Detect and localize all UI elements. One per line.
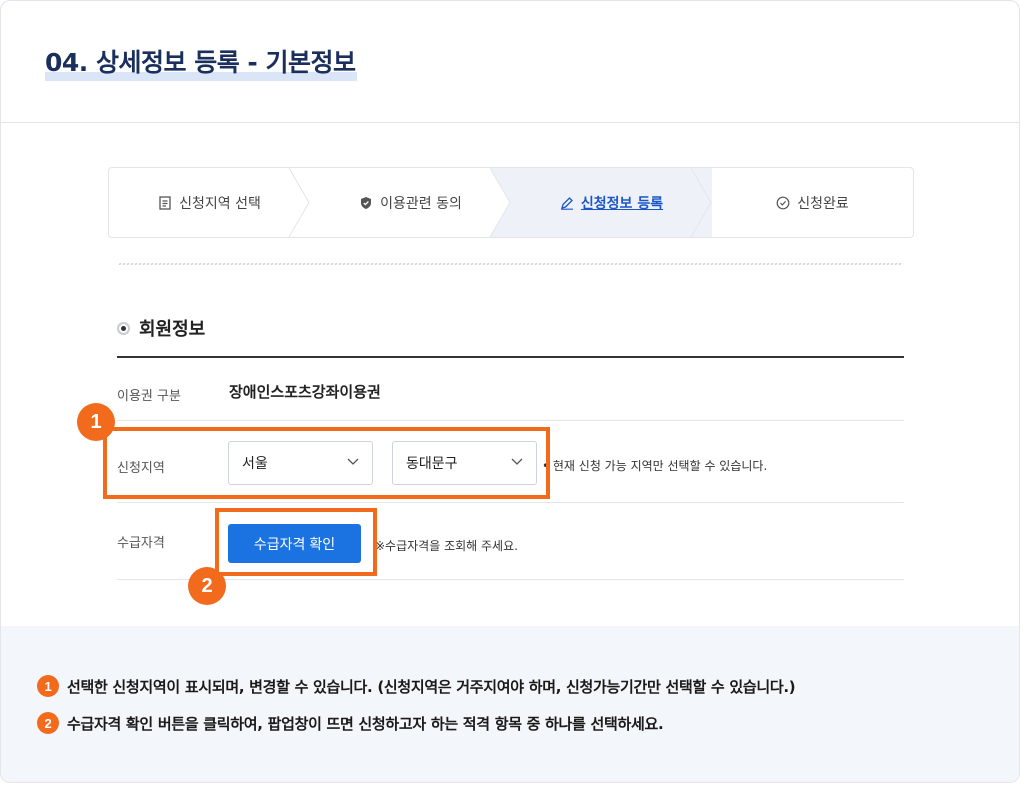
note-item: 2 수급자격 확인 버튼을 클릭하여, 팝업창이 뜨면 신청하고자 하는 적격 …: [37, 712, 664, 734]
step-divider: [691, 168, 712, 237]
callout-box-2: [215, 508, 377, 576]
note-text: 수급자격 확인 버튼을 클릭하여, 팝업창이 뜨면 신청하고자 하는 적격 항목…: [67, 714, 664, 733]
divider: [118, 263, 904, 265]
page-title: 04. 상세정보 등록 - 기본정보: [45, 45, 358, 81]
note-text: 선택한 신청지역이 표시되며, 변경할 수 있습니다. (신청지역은 거주지여야…: [67, 677, 796, 696]
callout-badge-1: 1: [77, 403, 115, 441]
pencil-icon: [560, 196, 573, 210]
check-circle-icon: [776, 196, 790, 209]
callout-box-1: [103, 427, 550, 499]
step-info-register: 신청정보 등록: [511, 168, 712, 237]
step-region-select: 신청지역 선택: [109, 168, 310, 237]
document-icon: [159, 195, 171, 210]
shield-icon: [361, 196, 372, 209]
step-divider: [289, 168, 310, 237]
step-complete: 신청완료: [712, 168, 913, 237]
note-item: 1 선택한 신청지역이 표시되며, 변경할 수 있습니다. (신청지역은 거주지…: [37, 675, 796, 697]
step-divider: [490, 168, 512, 237]
step-consent: 이용관련 동의: [310, 168, 512, 237]
step-label: 이용관련 동의: [380, 195, 462, 212]
eligibility-hint: ※수급자격을 조회해 주세요.: [375, 539, 518, 553]
section-title: 회원정보: [117, 315, 205, 341]
bullet-icon: [117, 321, 130, 335]
region-hint: • 현재 신청 가능 지역만 선택할 수 있습니다.: [542, 459, 768, 473]
note-number-badge: 1: [37, 675, 59, 697]
page-header: 04. 상세정보 등록 - 기본정보: [1, 1, 1019, 123]
step-indicator: 신청지역 선택 이용관련 동의 신청정보 등록 신청완료: [108, 167, 914, 238]
callout-badge-2: 2: [188, 567, 226, 605]
section-title-text: 회원정보: [139, 319, 206, 340]
voucher-value: 장애인스포츠강좌이용권: [229, 383, 381, 401]
step-label: 신청완료: [797, 195, 849, 212]
voucher-label: 이용권 구분: [117, 389, 181, 404]
step-label: 신청지역 선택: [179, 195, 261, 212]
form-row-voucher: 이용권 구분 장애인스포츠강좌이용권: [117, 358, 904, 421]
notes-panel: 1 선택한 신청지역이 표시되며, 변경할 수 있습니다. (신청지역은 거주지…: [1, 626, 1019, 782]
content-card: 04. 상세정보 등록 - 기본정보 신청지역 선택 이용관련 동의 신청정보 …: [0, 0, 1020, 783]
note-number-badge: 2: [37, 712, 59, 734]
step-label: 신청정보 등록: [580, 195, 664, 212]
eligibility-label: 수급자격: [117, 536, 165, 551]
